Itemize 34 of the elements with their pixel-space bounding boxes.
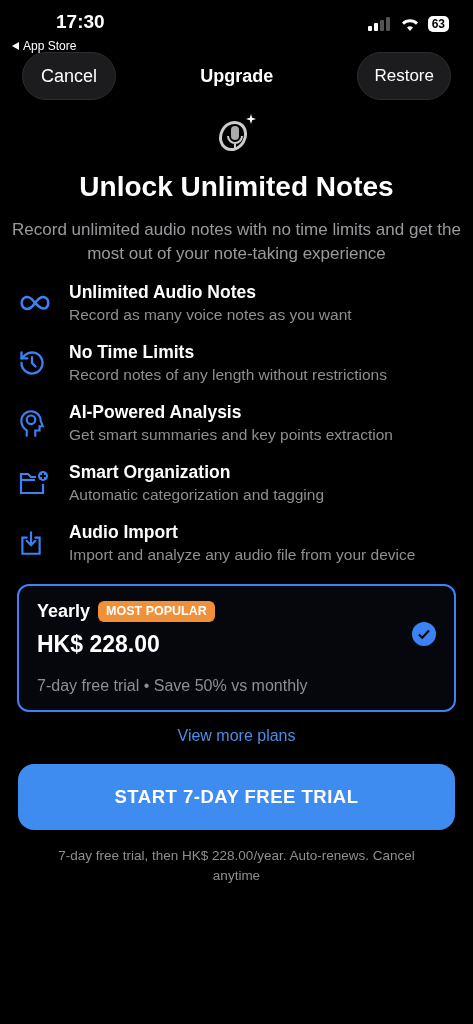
- feature-title: No Time Limits: [69, 341, 196, 364]
- status-time: 17:30: [55, 10, 105, 34]
- feature-title: Unlimited Audio Notes: [69, 281, 257, 304]
- cancel-button[interactable]: Cancel: [22, 52, 117, 100]
- restore-button[interactable]: Restore: [357, 52, 451, 100]
- plan-name: Yearly: [37, 600, 91, 623]
- back-link[interactable]: App Store: [23, 36, 77, 55]
- wifi-icon: [399, 17, 420, 31]
- subtitle: Record unlimited audio notes with no time limits and get the most out of your note-taking experience: [11, 219, 462, 265]
- feature-description: Record as many voice notes as you want: [69, 305, 352, 325]
- checkmark-icon: [412, 621, 436, 646]
- signal-icon: [367, 17, 392, 31]
- popular-badge: MOST POPULAR: [98, 601, 215, 622]
- head-icon: [18, 408, 44, 438]
- feature-title: Smart Organization: [69, 461, 232, 484]
- view-more-plans-link[interactable]: View more plans: [177, 723, 296, 748]
- import-icon: [18, 529, 44, 557]
- feature-description: Automatic categorization and tagging: [69, 485, 325, 505]
- footnote: 7-day free trial, then HK$ 228.00/year. Auto-renews. Cancel anytime: [57, 846, 416, 885]
- feature-description: Import and analyze any audio file from your device: [69, 545, 416, 565]
- plan-details: 7-day free trial • Save 50% vs monthly: [37, 675, 308, 696]
- feature-description: Get smart summaries and key points extraction: [69, 425, 393, 445]
- infinity-icon: [18, 293, 52, 313]
- feature-title: Audio Import: [69, 521, 179, 544]
- folder-plus-icon: [18, 469, 50, 497]
- feature-title: AI-Powered Analysis: [69, 401, 243, 424]
- plan-card[interactable]: Yearly MOST POPULAR HK$ 228.00 7-day free trial • Save 50% vs monthly: [17, 584, 456, 712]
- feature-description: Record notes of any length without restrictions: [69, 365, 387, 385]
- screen-title: Upgrade: [200, 64, 274, 88]
- battery-indicator: 63: [427, 16, 449, 32]
- plan-price: HK$ 228.00: [37, 630, 161, 659]
- history-icon: [18, 349, 46, 377]
- heading: Unlock Unlimited Notes: [78, 170, 395, 204]
- back-arrow-icon: [12, 41, 19, 50]
